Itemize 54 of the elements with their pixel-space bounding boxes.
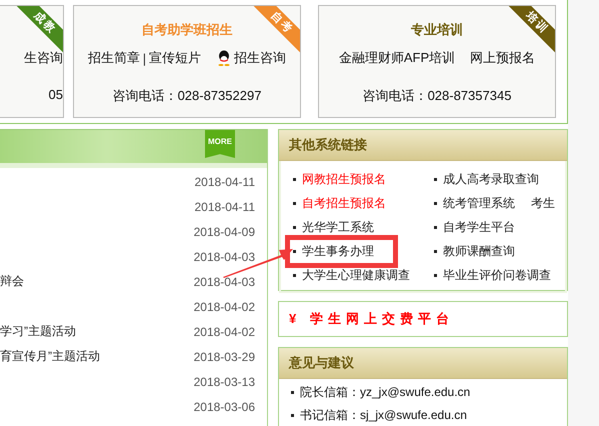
news-date: 2018-03-13 (194, 374, 255, 388)
phone-number: 咨询电话：028-87357345 (362, 87, 512, 105)
news-date: 2018-03-29 (194, 350, 255, 364)
panel-title: 其他系统链接 (279, 130, 567, 161)
bullet-icon (434, 202, 437, 204)
news-date: 2018-04-03 (194, 250, 255, 264)
bullet-icon (293, 226, 296, 228)
news-date: 2018-04-09 (194, 224, 255, 238)
payment-link[interactable]: ¥ 学生网上交费平台 (278, 301, 568, 337)
bullet-icon (434, 226, 437, 228)
system-link[interactable]: 自考招生预报名 (302, 194, 386, 212)
bullet-icon (293, 250, 296, 252)
phone-number: 05 (48, 87, 63, 102)
bullet-icon (293, 178, 296, 180)
card-link[interactable]: 网上预报名 (470, 49, 536, 67)
card-link[interactable]: 生咨询 (24, 49, 63, 67)
system-link[interactable]: 光华学工系统 (302, 218, 374, 236)
news-date: 2018-04-03 (194, 274, 255, 288)
card-title: 自考助学班招生 (142, 21, 232, 39)
news-date: 2018-04-02 (194, 300, 255, 314)
chat-link[interactable]: 招生咨询 (234, 49, 286, 67)
bullet-icon (293, 202, 296, 204)
bullet-icon (291, 414, 294, 417)
news-title[interactable]: 学习”主题活动 (0, 323, 76, 340)
phone-number: 咨询电话：028-87352297 (112, 87, 262, 105)
card-title: 专业培训 (411, 21, 463, 39)
news-date: 2018-03-06 (194, 400, 255, 414)
panel-title: 意见与建议 (279, 348, 567, 379)
bullet-icon (434, 274, 437, 276)
news-date: 2018-04-02 (194, 324, 255, 338)
system-link[interactable]: 自考学生平台 (443, 218, 515, 236)
mailbox-text: 书记信箱：sj_jx@swufe.edu.cn (300, 407, 467, 424)
card-link[interactable]: 招生简章 (88, 49, 140, 67)
news-title[interactable]: 育宣传月”主题活动 (0, 348, 100, 365)
separator: | (142, 50, 146, 66)
bullet-icon (293, 274, 296, 276)
system-link[interactable]: 大学生心理健康调查 (302, 266, 410, 284)
news-date: 2018-04-11 (194, 200, 255, 214)
system-link[interactable]: 网教招生预报名 (302, 170, 386, 188)
mailbox-text: 院长信箱：yz_jx@swufe.edu.cn (300, 384, 470, 401)
card-link[interactable]: 宣传短片 (149, 49, 202, 67)
bullet-icon (434, 250, 437, 252)
news-date: 2018-04-11 (194, 174, 255, 188)
penguin-icon (217, 50, 232, 66)
system-link[interactable]: 考生 (531, 194, 555, 212)
system-link[interactable]: 成人高考录取查询 (443, 170, 539, 188)
bullet-icon (291, 391, 294, 394)
system-link[interactable]: 毕业生评价问卷调查 (443, 266, 551, 284)
news-title[interactable]: 辩会 (0, 273, 24, 290)
system-link[interactable]: 学生事务办理 (302, 242, 374, 260)
system-link[interactable]: 统考管理系统 (443, 194, 515, 212)
system-link[interactable]: 教师课酬查询 (443, 242, 515, 260)
bullet-icon (434, 178, 437, 180)
card-link[interactable]: 金融理财师AFP培训 (338, 49, 456, 67)
